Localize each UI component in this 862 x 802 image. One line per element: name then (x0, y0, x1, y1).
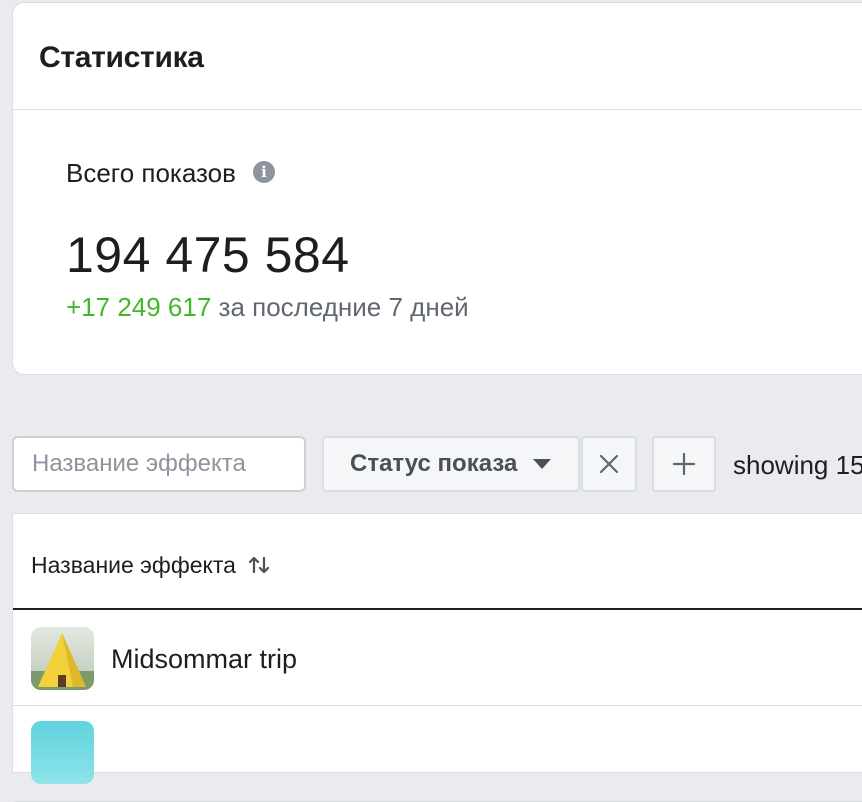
column-header-effect-name[interactable]: Название эффекта (31, 552, 270, 579)
total-impressions-value: 194 475 584 (66, 227, 350, 283)
clear-filter-button[interactable] (581, 436, 637, 492)
info-icon[interactable]: i (252, 160, 275, 183)
effect-thumbnail (31, 721, 94, 784)
page-title: Статистика (39, 41, 204, 74)
delta-value: +17 249 617 (66, 292, 212, 322)
results-count-text: showing 15 (733, 450, 862, 480)
effect-name[interactable]: Midsommar trip (111, 644, 297, 675)
effects-table: Название эффекта Midsommar trip (12, 513, 862, 802)
effect-name-search-input[interactable] (12, 436, 306, 492)
plus-icon (672, 452, 696, 476)
statistics-header: Статистика (13, 3, 862, 110)
table-row[interactable]: Midsommar trip (13, 610, 862, 706)
close-icon (599, 454, 619, 474)
delta-period-text: за последние 7 дней (211, 292, 469, 322)
effect-thumbnail (31, 627, 94, 690)
sort-icon[interactable] (248, 555, 270, 575)
metric-label-row: Всего показов i (66, 158, 275, 189)
caret-down-icon (533, 459, 552, 469)
effect-thumbnail-image (31, 627, 94, 690)
status-filter-label: Статус показа (350, 450, 518, 477)
status-filter-dropdown[interactable]: Статус показа (322, 436, 580, 492)
impressions-delta: +17 249 617 за последние 7 дней (66, 292, 469, 323)
total-impressions-label: Всего показов (66, 158, 236, 188)
add-filter-button[interactable] (652, 436, 716, 492)
table-row[interactable] (13, 706, 862, 802)
table-header: Название эффекта (13, 514, 862, 610)
column-header-label: Название эффекта (31, 552, 236, 578)
